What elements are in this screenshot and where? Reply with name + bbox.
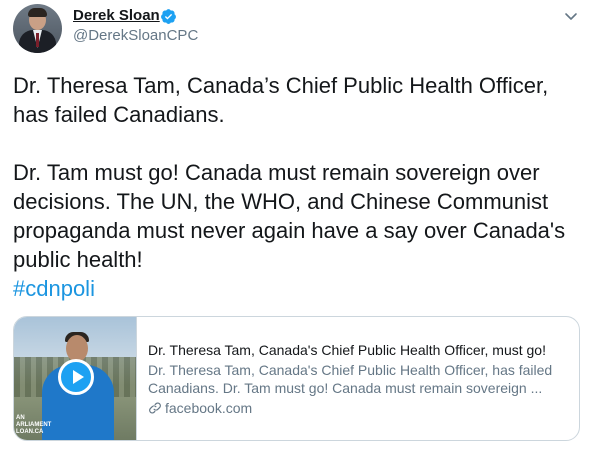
chevron-down-icon[interactable] bbox=[563, 8, 579, 24]
link-icon bbox=[149, 402, 161, 414]
author-display-name[interactable]: Derek Sloan bbox=[73, 7, 160, 24]
card-title: Dr. Theresa Tam, Canada's Chief Public H… bbox=[148, 342, 546, 358]
link-card[interactable]: AN ARLIAMENT LOAN.CA Dr. Theresa Tam, Ca… bbox=[13, 316, 580, 441]
verified-badge-icon bbox=[161, 9, 176, 24]
card-description: Dr. Theresa Tam, Canada's Chief Public H… bbox=[148, 362, 553, 396]
hashtag-link[interactable]: #cdnpoli bbox=[13, 276, 95, 301]
thumbnail-watermark: AN ARLIAMENT LOAN.CA bbox=[16, 415, 52, 435]
author-handle[interactable]: @DerekSloanCPC bbox=[73, 27, 198, 44]
tweet-text-paragraph-2: Dr. Tam must go! Canada must remain sove… bbox=[13, 160, 566, 272]
tweet-text: Dr. Theresa Tam, Canada’s Chief Public H… bbox=[13, 71, 583, 303]
card-domain-text: facebook.com bbox=[165, 400, 253, 416]
avatar[interactable] bbox=[13, 4, 62, 53]
card-video-thumbnail[interactable]: AN ARLIAMENT LOAN.CA bbox=[14, 317, 137, 440]
card-domain: facebook.com bbox=[148, 399, 568, 417]
play-icon[interactable] bbox=[58, 359, 94, 395]
card-body: Dr. Theresa Tam, Canada's Chief Public H… bbox=[148, 341, 568, 417]
tweet-text-paragraph-1: Dr. Theresa Tam, Canada’s Chief Public H… bbox=[13, 73, 549, 127]
tweet: Derek Sloan @DerekSloanCPC Dr. Theresa T… bbox=[0, 0, 594, 450]
